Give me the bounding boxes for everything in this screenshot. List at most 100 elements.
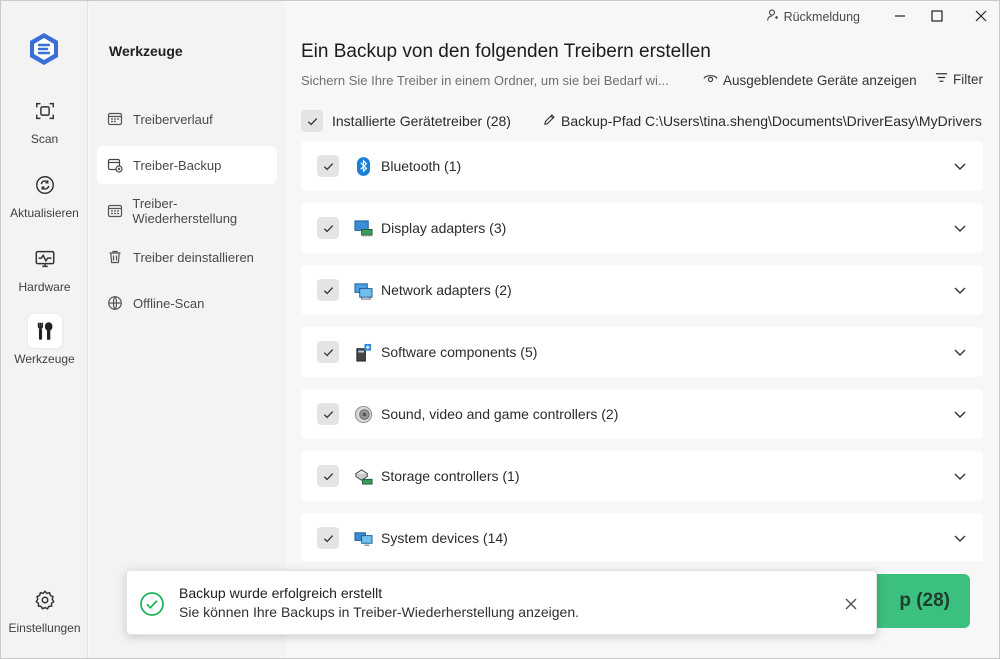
backup-path-label: Backup-Pfad C:\Users\tina.sheng\Document… [561, 113, 982, 129]
rail-item-label: Aktualisieren [10, 206, 79, 220]
rail-item-tools[interactable]: Werkzeuge [1, 314, 88, 366]
category-checkbox[interactable] [317, 403, 339, 425]
page-title: Ein Backup von den folgenden Treibern er… [301, 41, 711, 62]
chevron-down-icon [954, 349, 966, 356]
category-label: Network adapters (2) [381, 282, 512, 298]
backup-icon [107, 156, 125, 174]
sidebar-item-label: Treiber-Wiederherstellung [132, 196, 238, 226]
chevron-down-icon [954, 287, 966, 294]
select-all-row: Installierte Gerätetreiber (28) [301, 110, 511, 132]
feedback-label: Rückmeldung [783, 9, 860, 24]
success-check-icon [140, 592, 164, 616]
close-icon[interactable] [842, 595, 860, 613]
category-checkbox[interactable] [317, 341, 339, 363]
rail-item-label: Einstellungen [8, 621, 81, 635]
minimize-button[interactable] [886, 4, 914, 28]
checkmark-icon [323, 162, 333, 170]
gear-icon [28, 583, 62, 617]
chevron-down-icon [954, 473, 966, 480]
driver-category-list: Bluetooth (1) Display adapters (3) Netwo… [301, 141, 983, 561]
category-checkbox[interactable] [317, 527, 339, 549]
category-row[interactable]: Network adapters (2) [301, 265, 983, 315]
chevron-down-icon [954, 411, 966, 418]
category-checkbox[interactable] [317, 279, 339, 301]
software-component-icon [352, 341, 374, 363]
rail-item-label: Hardware [18, 280, 71, 294]
category-label: System devices (14) [381, 530, 508, 546]
page-subtitle: Sichern Sie Ihre Treiber in einem Ordner… [301, 73, 669, 88]
sidebar-item-offline-scan[interactable]: Offline-Scan [97, 284, 277, 322]
rail-item-hardware[interactable]: Hardware [1, 242, 88, 294]
backup-path-button[interactable]: Backup-Pfad C:\Users\tina.sheng\Document… [543, 113, 982, 129]
sidebar-item-uninstall[interactable]: Treiber deinstallieren [97, 238, 277, 276]
category-checkbox[interactable] [317, 465, 339, 487]
category-row[interactable]: Display adapters (3) [301, 203, 983, 253]
select-all-checkbox[interactable] [301, 110, 323, 132]
rail-item-label: Scan [30, 132, 59, 146]
network-adapter-icon [352, 279, 374, 301]
history-icon [107, 110, 125, 128]
chevron-down-icon [954, 535, 966, 542]
category-label: Bluetooth (1) [381, 158, 462, 174]
category-checkbox[interactable] [317, 217, 339, 239]
app-window: Scan Aktualisieren Hardware Werkzeuge Ei… [0, 0, 1000, 659]
main-panel: Rückmeldung Ein Backup von den folgenden… [285, 1, 999, 658]
sidebar-item-backup[interactable]: Treiber-Backup [97, 146, 277, 184]
show-hidden-devices-button[interactable]: Ausgeblendete Geräte anzeigen [703, 71, 917, 89]
toast-title: Backup wurde erfolgreich erstellt [179, 585, 383, 601]
checkmark-icon [323, 286, 333, 294]
globe-icon [107, 294, 125, 312]
feedback-icon [766, 8, 780, 25]
bluetooth-icon [352, 155, 374, 177]
show-hidden-devices-label: Ausgeblendete Geräte anzeigen [723, 72, 917, 88]
rail-item-update[interactable]: Aktualisieren [1, 168, 88, 220]
feedback-button[interactable]: Rückmeldung [766, 8, 860, 25]
chevron-down-icon [954, 225, 966, 232]
tools-sidebar: Werkzeuge Treiberverlauf Treiber-Backup … [89, 1, 285, 658]
backup-button-label: p (28) [899, 590, 950, 611]
system-device-icon [352, 527, 374, 549]
sidebar-item-label: Treiberverlauf [133, 111, 213, 127]
left-rail: Scan Aktualisieren Hardware Werkzeuge Ei… [1, 1, 88, 658]
rail-item-scan[interactable]: Scan [1, 94, 88, 146]
success-toast: Backup wurde erfolgreich erstellt Sie kö… [126, 570, 877, 635]
checkmark-icon [307, 117, 317, 125]
category-label: Storage controllers (1) [381, 468, 520, 484]
sidebar-item-label: Offline-Scan [133, 295, 205, 311]
tools-icon [27, 314, 62, 348]
filter-button[interactable]: Filter [935, 71, 983, 87]
sidebar-item-label: Treiber deinstallieren [133, 249, 254, 265]
category-row[interactable]: Software components (5) [301, 327, 983, 377]
category-row[interactable]: Sound, video and game controllers (2) [301, 389, 983, 439]
maximize-button[interactable] [923, 4, 951, 28]
restore-icon [107, 202, 124, 220]
sidebar-item-restore[interactable]: Treiber-Wiederherstellung [97, 192, 277, 230]
checkmark-icon [323, 410, 333, 418]
checkmark-icon [323, 534, 333, 542]
category-checkbox[interactable] [317, 155, 339, 177]
category-row[interactable]: Bluetooth (1) [301, 141, 983, 191]
category-label: Software components (5) [381, 344, 538, 360]
category-row[interactable]: System devices (14) [301, 513, 983, 561]
checkmark-icon [323, 348, 333, 356]
display-adapter-icon [352, 217, 374, 239]
toast-message: Sie können Ihre Backups in Treiber-Wiede… [179, 604, 580, 620]
trash-icon [107, 248, 125, 266]
sidebar-item-label: Treiber-Backup [133, 157, 222, 173]
checkmark-icon [323, 472, 333, 480]
app-logo-icon [28, 32, 60, 66]
category-row[interactable]: Storage controllers (1) [301, 451, 983, 501]
sidebar-item-history[interactable]: Treiberverlauf [97, 100, 277, 138]
filter-icon [935, 71, 948, 87]
pencil-icon [543, 113, 556, 129]
refresh-icon [28, 168, 62, 202]
filter-label: Filter [953, 71, 983, 87]
storage-controller-icon [352, 465, 374, 487]
sidebar-title: Werkzeuge [109, 43, 183, 59]
close-window-button[interactable] [967, 4, 995, 28]
checkmark-icon [323, 224, 333, 232]
category-label: Sound, video and game controllers (2) [381, 406, 619, 422]
category-label: Display adapters (3) [381, 220, 507, 236]
installed-drivers-label: Installierte Gerätetreiber (28) [332, 113, 511, 129]
rail-item-settings[interactable]: Einstellungen [1, 583, 88, 635]
